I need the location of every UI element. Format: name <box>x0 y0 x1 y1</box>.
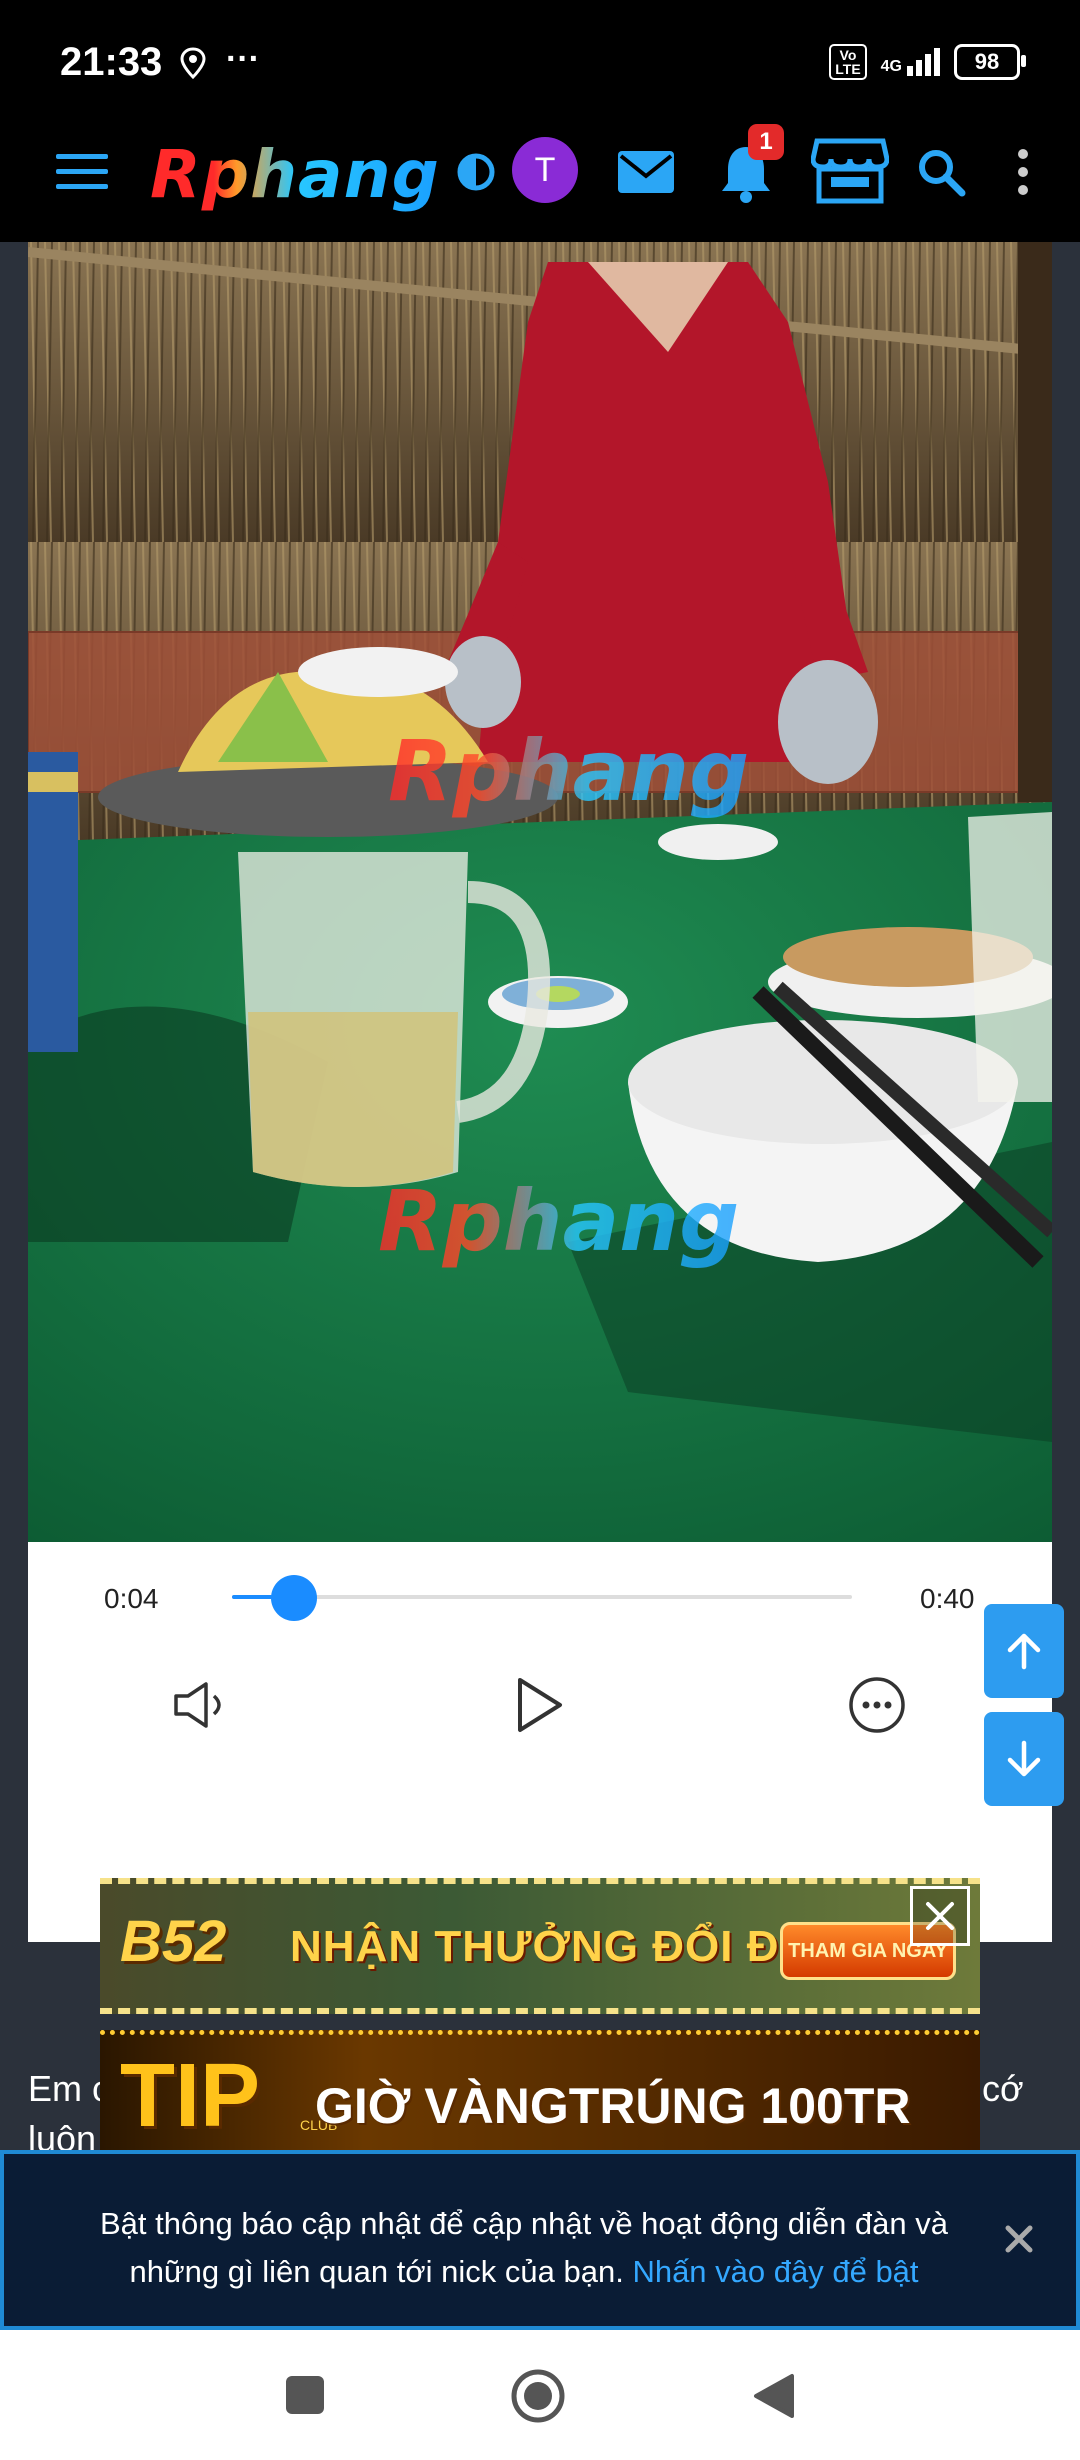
ad-close-button[interactable] <box>910 1886 970 1946</box>
battery-level: 98 <box>974 49 1000 74</box>
back-icon[interactable] <box>752 2372 796 2425</box>
notification-prompt: Bật thông báo cập nhật để cập nhật về ho… <box>0 2150 1080 2330</box>
seek-bar[interactable] <box>232 1595 852 1599</box>
play-icon[interactable] <box>514 1676 566 1739</box>
more-status-icon: ··· <box>226 40 260 78</box>
close-icon <box>1005 2225 1033 2253</box>
status-right: Vo LTE 4G 98 <box>829 44 1026 80</box>
video-watermark: Rphang <box>378 1172 740 1270</box>
avatar[interactable]: T <box>512 137 578 203</box>
arrow-down-icon <box>1007 1740 1041 1777</box>
clock: 21:33 <box>60 40 163 84</box>
notification-prompt-text: Bật thông báo cập nhật để cập nhật về ho… <box>54 2200 994 2296</box>
video-player[interactable]: Rphang Rphang <box>28 242 1052 1542</box>
signal-icon: 4G <box>881 48 940 76</box>
prompt-close-button[interactable] <box>994 2214 1044 2264</box>
theme-toggle-icon[interactable] <box>454 144 498 200</box>
close-icon <box>926 1902 954 1930</box>
video-watermark: Rphang <box>388 722 750 820</box>
duration: 0:40 <box>920 1583 975 1614</box>
location-icon <box>178 46 208 85</box>
ad-headline: GIỜ VÀNGTRÚNG 100TR <box>315 2078 911 2134</box>
arrow-up-icon <box>1007 1633 1041 1670</box>
scroll-down-button[interactable] <box>984 1712 1064 1806</box>
video-frame <box>28 242 1052 1542</box>
article-text: cớ <box>982 2068 1024 2109</box>
menu-icon[interactable] <box>54 144 110 200</box>
ad-brand: B52 <box>120 1909 227 1974</box>
volte-icon: Vo LTE <box>829 44 867 80</box>
article-text: Em c <box>28 2068 111 2109</box>
scroll-up-button[interactable] <box>984 1604 1064 1698</box>
mail-icon[interactable] <box>616 144 676 200</box>
ad-banner[interactable]: B52 NHẬN THƯỞNG ĐỔI ĐỜI THAM GIA NGAY <box>100 1878 980 2014</box>
store-icon[interactable] <box>810 136 890 206</box>
ad-brand: TIP <box>120 2046 261 2146</box>
notification-badge: 1 <box>748 124 784 160</box>
recents-icon[interactable] <box>284 2374 326 2421</box>
search-icon[interactable] <box>914 144 968 200</box>
ad-headline: NHẬN THƯỞNG ĐỔI ĐỜI <box>290 1922 832 1971</box>
site-logo[interactable]: Rphang <box>150 136 440 213</box>
home-icon[interactable] <box>510 2368 566 2429</box>
current-time: 0:04 <box>104 1583 159 1614</box>
volume-icon[interactable] <box>172 1680 230 1735</box>
more-options-icon[interactable] <box>1010 144 1036 200</box>
more-options-icon[interactable] <box>848 1676 906 1739</box>
network-type: 4G <box>880 58 902 75</box>
enable-notifications-link[interactable]: Nhấn vào đây để bật <box>632 2254 918 2289</box>
ad-banner[interactable]: TIP CLUB GIỜ VÀNGTRÚNG 100TR <box>100 2030 980 2152</box>
battery-icon: 98 <box>954 44 1026 80</box>
seek-handle[interactable] <box>271 1575 317 1621</box>
